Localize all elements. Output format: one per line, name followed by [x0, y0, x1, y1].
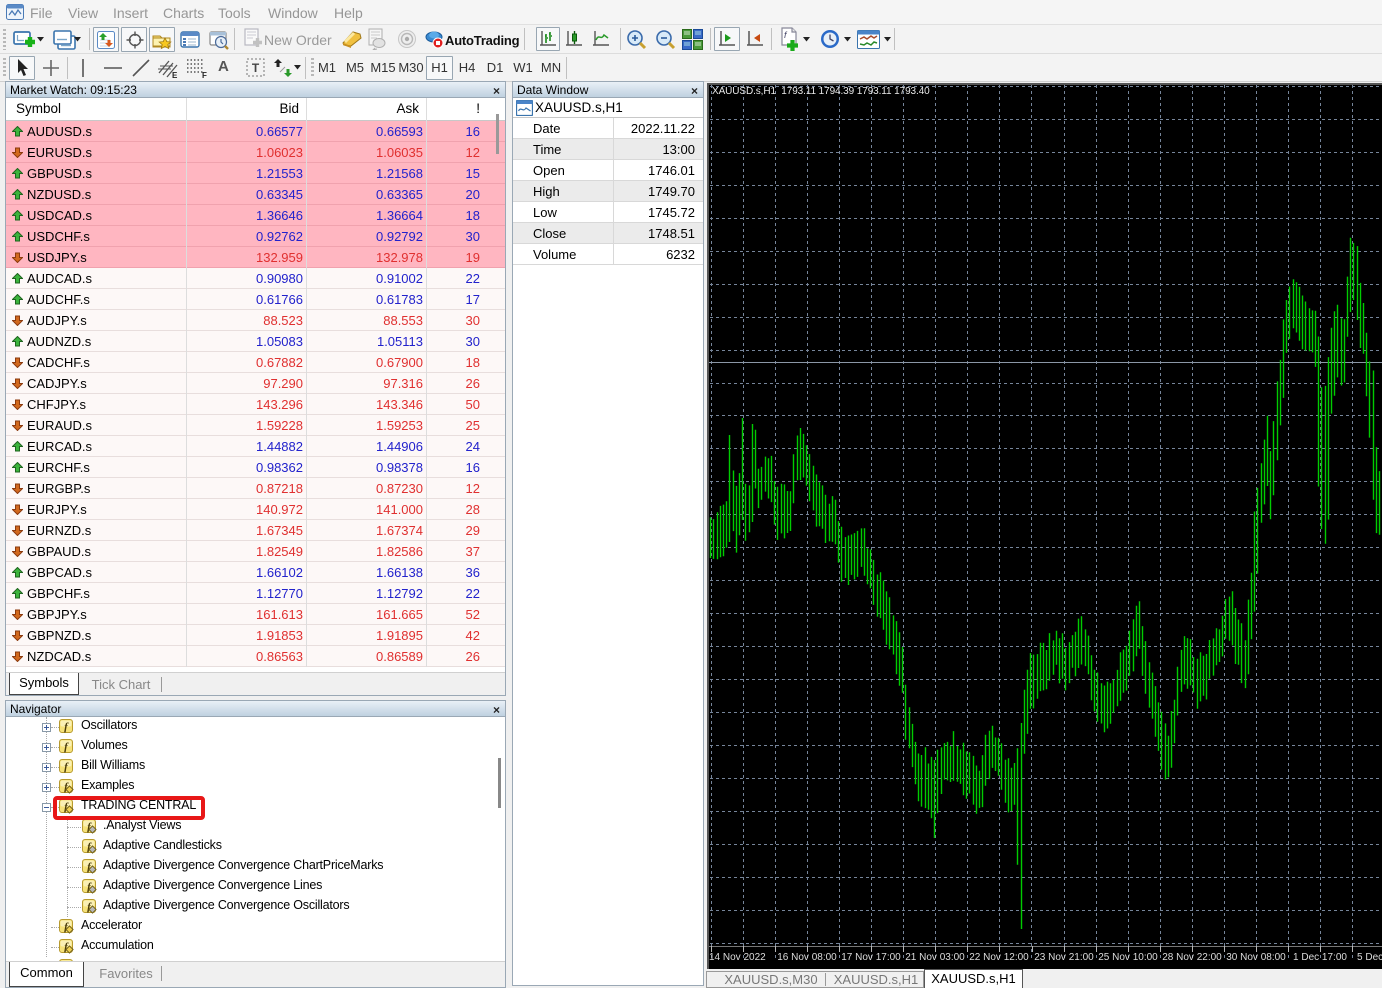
svg-text:F: F	[202, 71, 207, 79]
svg-text:T: T	[252, 61, 260, 75]
svg-text:E: E	[172, 71, 178, 79]
